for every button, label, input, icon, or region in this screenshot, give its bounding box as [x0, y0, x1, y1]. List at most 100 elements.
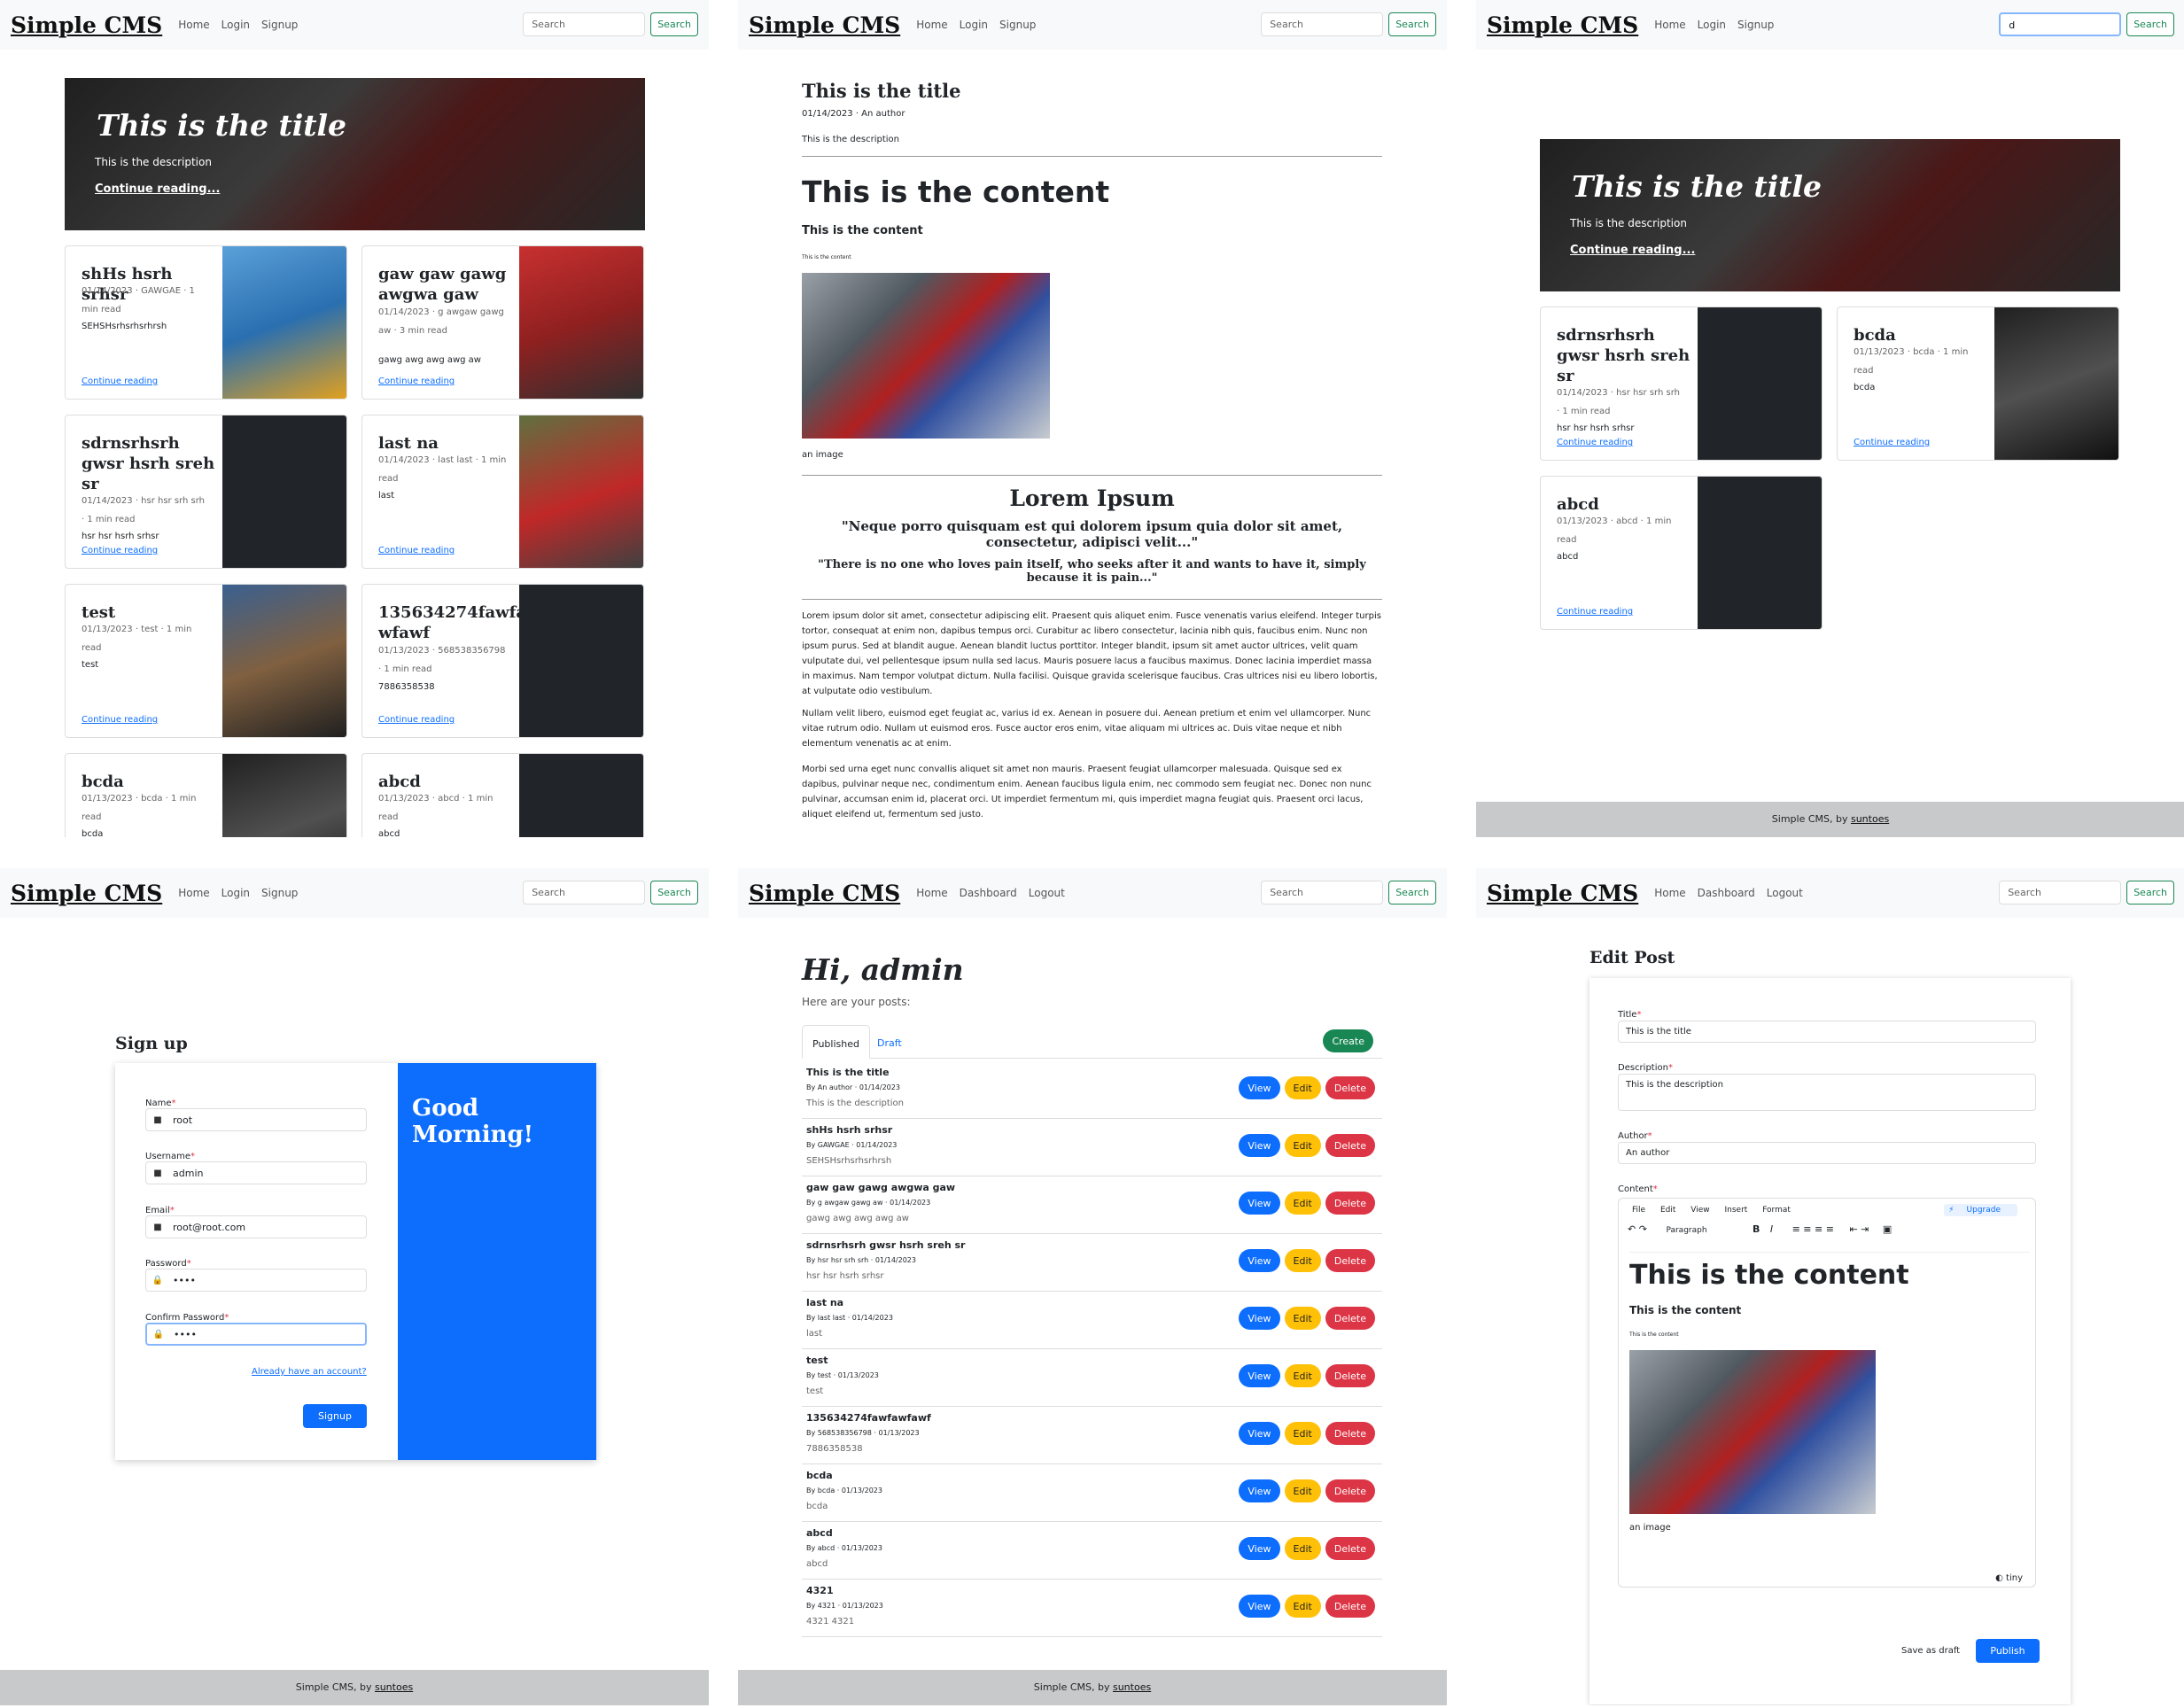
search-button[interactable]: Search: [1388, 12, 1436, 36]
edit-button[interactable]: Edit: [1284, 1595, 1321, 1618]
edit-button[interactable]: Edit: [1284, 1249, 1321, 1272]
nav-dashboard[interactable]: Dashboard: [960, 887, 1017, 899]
view-button[interactable]: View: [1239, 1249, 1280, 1272]
menu-format[interactable]: Format: [1762, 1206, 1791, 1215]
author-input[interactable]: An author: [1618, 1142, 2036, 1164]
delete-button[interactable]: Delete: [1325, 1422, 1375, 1445]
menu-insert[interactable]: Insert: [1724, 1206, 1747, 1215]
publish-button[interactable]: Publish: [1976, 1639, 2040, 1663]
confirm-password-field[interactable]: 🔒 ••••: [145, 1323, 367, 1346]
nav-home[interactable]: Home: [1654, 19, 1685, 31]
editor-body[interactable]: This is the content This is the content …: [1629, 1252, 2030, 1565]
search-button[interactable]: Search: [650, 881, 698, 904]
search-input[interactable]: Search: [523, 881, 646, 904]
italic-icon[interactable]: I: [1770, 1223, 1773, 1235]
search-input[interactable]: Search: [1261, 12, 1384, 36]
block-format-select[interactable]: Paragraph: [1666, 1226, 1744, 1235]
card-link[interactable]: Continue reading: [1854, 438, 1930, 447]
edit-button[interactable]: Edit: [1284, 1422, 1321, 1445]
create-button[interactable]: Create: [1323, 1029, 1373, 1052]
nav-login[interactable]: Login: [222, 19, 250, 31]
nav-login[interactable]: Login: [222, 887, 250, 899]
nav-signup[interactable]: Signup: [999, 19, 1036, 31]
card-link[interactable]: Continue reading: [82, 715, 158, 725]
delete-button[interactable]: Delete: [1325, 1076, 1375, 1099]
view-button[interactable]: View: [1239, 1595, 1280, 1618]
edit-button[interactable]: Edit: [1284, 1192, 1321, 1215]
card-link[interactable]: Continue reading: [82, 377, 158, 386]
nav-home[interactable]: Home: [1654, 887, 1685, 899]
name-field[interactable]: ■ root: [145, 1108, 367, 1131]
save-draft-button[interactable]: Save as draft: [1901, 1646, 1960, 1656]
edit-button[interactable]: Edit: [1284, 1364, 1321, 1387]
delete-button[interactable]: Delete: [1325, 1537, 1375, 1560]
nav-signup[interactable]: Signup: [1737, 19, 1774, 31]
edit-button[interactable]: Edit: [1284, 1307, 1321, 1330]
align-left-icon[interactable]: ≡: [1792, 1223, 1800, 1235]
hero-link[interactable]: Continue reading...: [1570, 244, 1695, 257]
delete-button[interactable]: Delete: [1325, 1479, 1375, 1502]
nav-login[interactable]: Login: [1698, 19, 1726, 31]
card-link[interactable]: Continue reading: [378, 715, 455, 725]
card-link[interactable]: Continue reading: [378, 546, 455, 555]
search-input[interactable]: Search: [523, 12, 646, 36]
edit-button[interactable]: Edit: [1284, 1134, 1321, 1157]
nav-signup[interactable]: Signup: [261, 19, 298, 31]
bold-icon[interactable]: B: [1753, 1223, 1760, 1235]
nav-home[interactable]: Home: [178, 19, 209, 31]
delete-button[interactable]: Delete: [1325, 1595, 1375, 1618]
redo-icon[interactable]: ↷: [1639, 1223, 1647, 1235]
view-button[interactable]: View: [1239, 1422, 1280, 1445]
nav-home[interactable]: Home: [178, 887, 209, 899]
align-right-icon[interactable]: ≡: [1815, 1223, 1823, 1235]
search-button[interactable]: Search: [1388, 881, 1436, 904]
footer-author-link[interactable]: suntoes: [1113, 1681, 1151, 1693]
view-button[interactable]: View: [1239, 1537, 1280, 1560]
align-justify-icon[interactable]: ≡: [1826, 1223, 1834, 1235]
outdent-icon[interactable]: ⇤: [1849, 1223, 1857, 1235]
nav-dashboard[interactable]: Dashboard: [1698, 887, 1755, 899]
delete-button[interactable]: Delete: [1325, 1307, 1375, 1330]
align-center-icon[interactable]: ≡: [1803, 1223, 1811, 1235]
brand-logo[interactable]: Simple CMS: [11, 12, 162, 38]
brand-logo[interactable]: Simple CMS: [749, 881, 900, 906]
indent-icon[interactable]: ⇥: [1861, 1223, 1869, 1235]
search-button[interactable]: Search: [2126, 881, 2174, 904]
card-link[interactable]: Continue reading: [82, 546, 158, 555]
search-input[interactable]: Search: [1261, 881, 1384, 904]
nav-home[interactable]: Home: [916, 19, 947, 31]
view-button[interactable]: View: [1239, 1307, 1280, 1330]
card-link[interactable]: Continue reading: [1557, 438, 1633, 447]
footer-author-link[interactable]: suntoes: [1851, 813, 1889, 825]
card-link[interactable]: Continue reading: [1557, 607, 1633, 617]
view-button[interactable]: View: [1239, 1192, 1280, 1215]
menu-view[interactable]: View: [1690, 1206, 1709, 1215]
delete-button[interactable]: Delete: [1325, 1134, 1375, 1157]
signup-button[interactable]: Signup: [303, 1404, 367, 1428]
brand-logo[interactable]: Simple CMS: [1487, 881, 1638, 906]
brand-logo[interactable]: Simple CMS: [11, 881, 162, 906]
delete-button[interactable]: Delete: [1325, 1192, 1375, 1215]
search-button[interactable]: Search: [650, 12, 698, 36]
nav-login[interactable]: Login: [960, 19, 988, 31]
menu-edit[interactable]: Edit: [1660, 1206, 1675, 1215]
password-field[interactable]: 🔒 ••••: [145, 1269, 367, 1292]
brand-logo[interactable]: Simple CMS: [1487, 12, 1638, 38]
hero-link[interactable]: Continue reading...: [95, 182, 220, 196]
edit-button[interactable]: Edit: [1284, 1479, 1321, 1502]
tab-published[interactable]: Published: [802, 1025, 870, 1059]
email-field[interactable]: ■ root@root.com: [145, 1215, 367, 1238]
nav-logout[interactable]: Logout: [1767, 887, 1803, 899]
nav-signup[interactable]: Signup: [261, 887, 298, 899]
search-button[interactable]: Search: [2126, 12, 2174, 36]
description-textarea[interactable]: This is the description: [1618, 1074, 2036, 1111]
image-icon[interactable]: ▣: [1883, 1223, 1892, 1235]
view-button[interactable]: View: [1239, 1134, 1280, 1157]
nav-logout[interactable]: Logout: [1029, 887, 1065, 899]
view-button[interactable]: View: [1239, 1364, 1280, 1387]
upgrade-button[interactable]: ⚡ Upgrade: [1944, 1204, 2017, 1216]
brand-logo[interactable]: Simple CMS: [749, 12, 900, 38]
menu-file[interactable]: File: [1632, 1206, 1645, 1215]
footer-author-link[interactable]: suntoes: [375, 1681, 413, 1693]
search-input[interactable]: Search: [1999, 881, 2122, 904]
